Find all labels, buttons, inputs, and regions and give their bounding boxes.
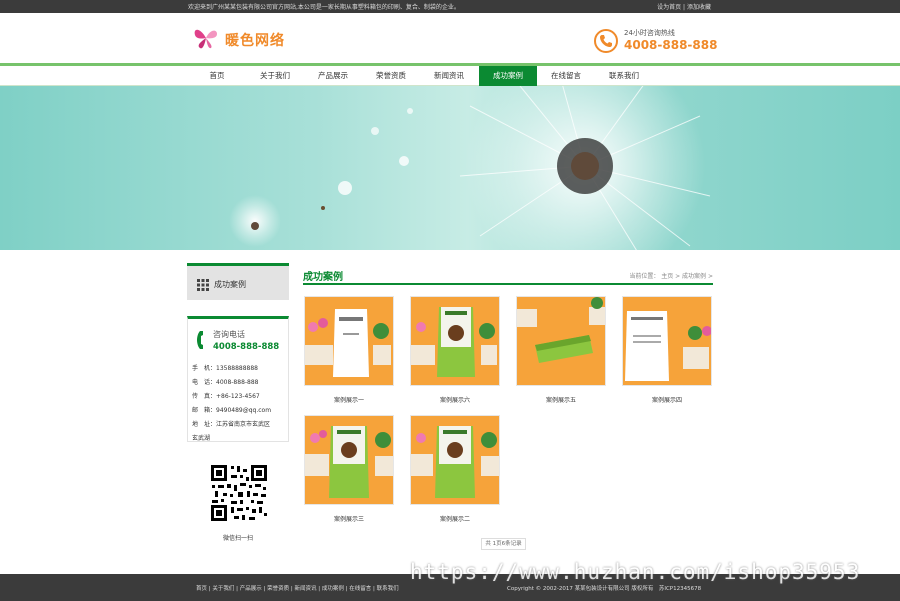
contact-mobile: 手 机：13588888888 — [192, 365, 258, 372]
butterfly-logo-icon — [194, 29, 217, 49]
nav-products[interactable]: 产品展示 — [304, 66, 362, 86]
breadcrumb: 当前位置： 主页 > 成功案例 > — [629, 273, 713, 280]
watermark-url: https://www.huzhan.com/ishop35953 — [410, 560, 861, 584]
contact-address: 地 址：江苏省南京市玄武区 — [192, 421, 271, 428]
title-divider — [303, 283, 713, 285]
dandelion-illustration — [229, 86, 711, 250]
nav-about[interactable]: 关于我们 — [246, 66, 304, 86]
case-caption[interactable]: 案例展示三 — [304, 514, 394, 523]
case-thumbnail[interactable] — [622, 296, 712, 386]
qr-caption: 微信扫一扫 — [222, 535, 253, 542]
main-nav: 首页 关于我们 产品展示 荣誉资质 新闻资讯 成功案例 在线留言 联系我们 — [0, 63, 900, 86]
handset-icon — [197, 331, 203, 349]
add-favorite-link[interactable]: 添加收藏 — [687, 4, 711, 11]
contact-number: 4008-888-888 — [213, 342, 280, 352]
sidebar-title-label: 成功案例 — [214, 280, 246, 289]
footer-link-contact[interactable]: 联系我们 — [377, 586, 399, 592]
sidebar-category-title[interactable]: 成功案例 — [187, 263, 289, 300]
contact-label: 咨询电话 — [213, 330, 245, 339]
wechat-qr-code — [209, 463, 269, 523]
grid-icon — [197, 279, 209, 291]
hotline: 24小时咨询热线 4008-888-888 — [594, 27, 718, 57]
case-caption[interactable]: 案例展示六 — [410, 395, 500, 404]
contact-fax: 传 真：+86-123-4567 — [192, 393, 260, 400]
footer-link-cases[interactable]: 成功案例 — [322, 586, 344, 592]
contact-address-cont: 玄武湖 — [192, 435, 211, 442]
case-caption[interactable]: 案例展示一 — [304, 395, 394, 404]
contact-box: 咨询电话 4008-888-888 手 机：13588888888 电 话：40… — [187, 316, 289, 442]
nav-message[interactable]: 在线留言 — [537, 66, 595, 86]
nav-news[interactable]: 新闻资讯 — [420, 66, 478, 86]
case-thumbnail[interactable] — [410, 415, 500, 505]
nav-home[interactable]: 首页 — [188, 66, 246, 86]
pagination-info: 共 1页6条记录 — [481, 538, 526, 550]
footer-link-products[interactable]: 产品展示 — [240, 586, 262, 592]
nav-honors[interactable]: 荣誉资质 — [362, 66, 420, 86]
case-thumbnail[interactable] — [304, 415, 394, 505]
footer-link-about[interactable]: 关于我们 — [212, 586, 234, 592]
footer-link-home[interactable]: 首页 — [196, 586, 207, 592]
nav-cases[interactable]: 成功案例 — [479, 66, 537, 86]
copyright: Copyright © 2002-2017 某某包装设计有限公司 版权所有 苏I… — [507, 586, 702, 592]
case-thumbnail[interactable] — [410, 296, 500, 386]
footer-links: 首页 | 关于我们 | 产品展示 | 荣誉资质 | 新闻资讯 | 成功案例 | … — [196, 586, 399, 592]
phone-icon — [594, 29, 618, 53]
footer-link-message[interactable]: 在线留言 — [349, 586, 371, 592]
footer-link-honors[interactable]: 荣誉资质 — [267, 586, 289, 592]
case-caption[interactable]: 案例展示五 — [516, 395, 606, 404]
set-homepage-link[interactable]: 设为首页 — [657, 4, 681, 11]
page-title: 成功案例 — [303, 272, 343, 283]
hotline-number: 4008-888-888 — [624, 38, 718, 52]
top-links: 设为首页 | 添加收藏 — [657, 2, 711, 11]
top-bar: 欢迎来到广州某某包装有限公司官方网站,本公司是一家长期从事塑料箱包的印刷、复合、… — [0, 0, 900, 13]
case-caption[interactable]: 案例展示四 — [622, 395, 712, 404]
contact-email: 邮 箱：9490489@qq.com — [192, 407, 272, 414]
case-thumbnail[interactable] — [304, 296, 394, 386]
case-caption[interactable]: 案例展示二 — [410, 514, 500, 523]
welcome-text: 欢迎来到广州某某包装有限公司官方网站,本公司是一家长期从事塑料箱包的印刷、复合、… — [188, 4, 460, 11]
hotline-label: 24小时咨询热线 — [624, 29, 675, 37]
logo-text: 暖色网络 — [225, 33, 285, 49]
case-thumbnail[interactable] — [516, 296, 606, 386]
footer-link-news[interactable]: 新闻资讯 — [295, 586, 317, 592]
hero-banner — [0, 86, 900, 250]
contact-phone: 电 话：4008-888-888 — [192, 379, 259, 386]
header: 暖色网络 24小时咨询热线 4008-888-888 — [0, 13, 900, 63]
site-logo[interactable]: 暖色网络 — [192, 25, 302, 53]
nav-contact[interactable]: 联系我们 — [595, 66, 653, 86]
